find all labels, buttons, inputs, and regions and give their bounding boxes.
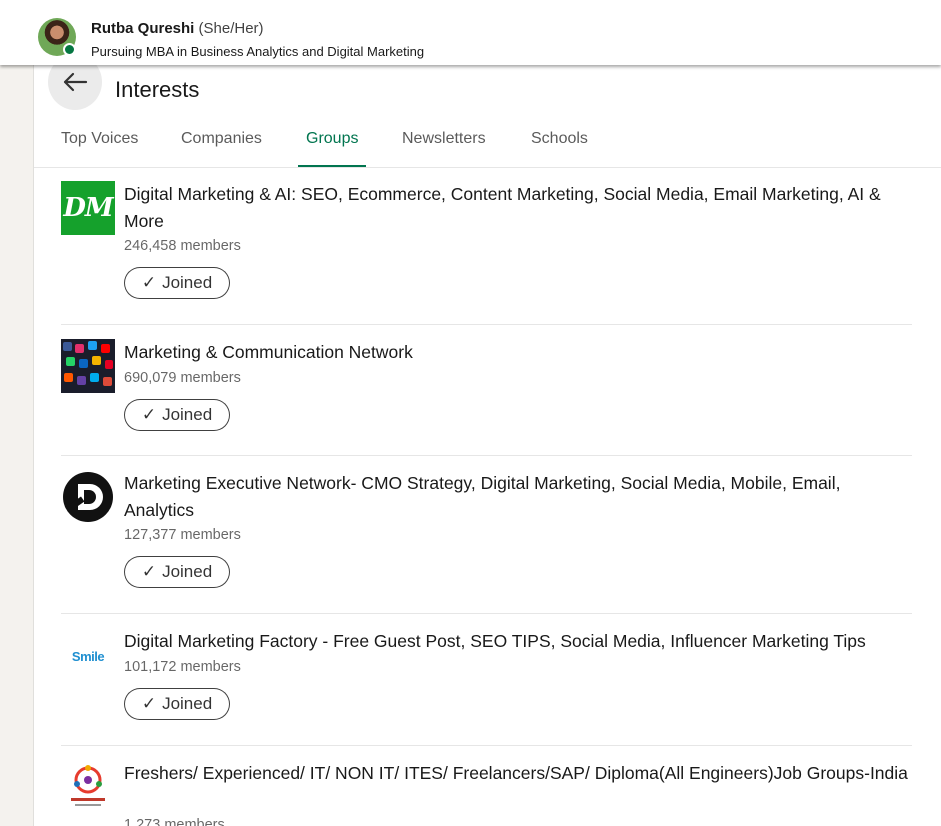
joined-button[interactable]: ✓ Joined: [124, 267, 230, 299]
tab-companies[interactable]: Companies: [181, 130, 262, 166]
tab-schools[interactable]: Schools: [531, 130, 588, 166]
profile-headline: Pursuing MBA in Business Analytics and D…: [91, 44, 425, 59]
profile-header: Rutba Qureshi (She/Her) Pursuing MBA in …: [0, 0, 941, 65]
group-logo-text: DM: [63, 193, 113, 223]
group-title[interactable]: Marketing & Communication Network: [124, 339, 909, 366]
group-logo[interactable]: DM: [61, 181, 115, 235]
joined-button[interactable]: ✓ Joined: [124, 688, 230, 720]
joined-button-label: Joined: [162, 562, 213, 581]
online-status-icon: [63, 43, 76, 56]
d-circle-logo-icon: [63, 472, 113, 522]
checkmark-icon: ✓: [141, 405, 157, 425]
list-item: Freshers/ Experienced/ IT/ NON IT/ ITES/…: [61, 746, 912, 826]
checkmark-icon: ✓: [141, 694, 157, 714]
page-title: Interests: [115, 77, 200, 102]
joined-button-label: Joined: [162, 694, 213, 713]
group-title[interactable]: Digital Marketing & AI: SEO, Ecommerce, …: [124, 181, 909, 235]
list-item: Marketing & Communication Network 690,07…: [61, 325, 912, 456]
member-count: 1,273 members: [124, 817, 225, 826]
interest-tabs: Top Voices Companies Groups Newsletters …: [34, 122, 941, 168]
joined-button[interactable]: ✓ Joined: [124, 399, 230, 431]
group-logo[interactable]: [61, 339, 115, 393]
tab-top-voices[interactable]: Top Voices: [61, 130, 138, 166]
group-logo[interactable]: Smile: [61, 629, 115, 683]
joined-button-label: Joined: [162, 405, 213, 424]
tab-newsletters[interactable]: Newsletters: [402, 130, 486, 166]
group-logo[interactable]: [61, 470, 115, 524]
list-item: Smile Digital Marketing Factory - Free G…: [61, 614, 912, 746]
list-item: DM Digital Marketing & AI: SEO, Ecommerc…: [61, 168, 912, 325]
profile-name-line: Rutba Qureshi (She/Her): [91, 20, 264, 37]
member-count: 690,079 members: [124, 370, 241, 386]
people-circle-logo-icon: [71, 765, 105, 806]
group-title[interactable]: Freshers/ Experienced/ IT/ NON IT/ ITES/…: [124, 760, 909, 787]
joined-button[interactable]: ✓ Joined: [124, 556, 230, 588]
social-apps-image-icon: [61, 339, 115, 393]
avatar[interactable]: [38, 18, 76, 56]
member-count: 101,172 members: [124, 659, 241, 675]
checkmark-icon: ✓: [141, 562, 157, 582]
profile-pronouns: (She/Her): [198, 20, 264, 37]
joined-button-label: Joined: [162, 273, 213, 292]
groups-list: DM Digital Marketing & AI: SEO, Ecommerc…: [61, 168, 912, 826]
profile-name[interactable]: Rutba Qureshi: [91, 20, 194, 37]
group-logo[interactable]: [61, 760, 115, 814]
member-count: 127,377 members: [124, 527, 241, 543]
list-item: Marketing Executive Network- CMO Strateg…: [61, 456, 912, 614]
back-button[interactable]: [48, 64, 102, 110]
tab-groups[interactable]: Groups: [297, 130, 368, 167]
group-title[interactable]: Marketing Executive Network- CMO Strateg…: [124, 470, 909, 524]
arrow-left-icon: [63, 72, 88, 92]
browser-top-strip: [0, 0, 941, 9]
member-count: 246,458 members: [124, 238, 241, 254]
checkmark-icon: ✓: [141, 273, 157, 293]
interests-card: Interests Top Voices Companies Groups Ne…: [33, 64, 941, 826]
group-logo-text: Smile: [71, 648, 105, 664]
group-title[interactable]: Digital Marketing Factory - Free Guest P…: [124, 628, 909, 655]
